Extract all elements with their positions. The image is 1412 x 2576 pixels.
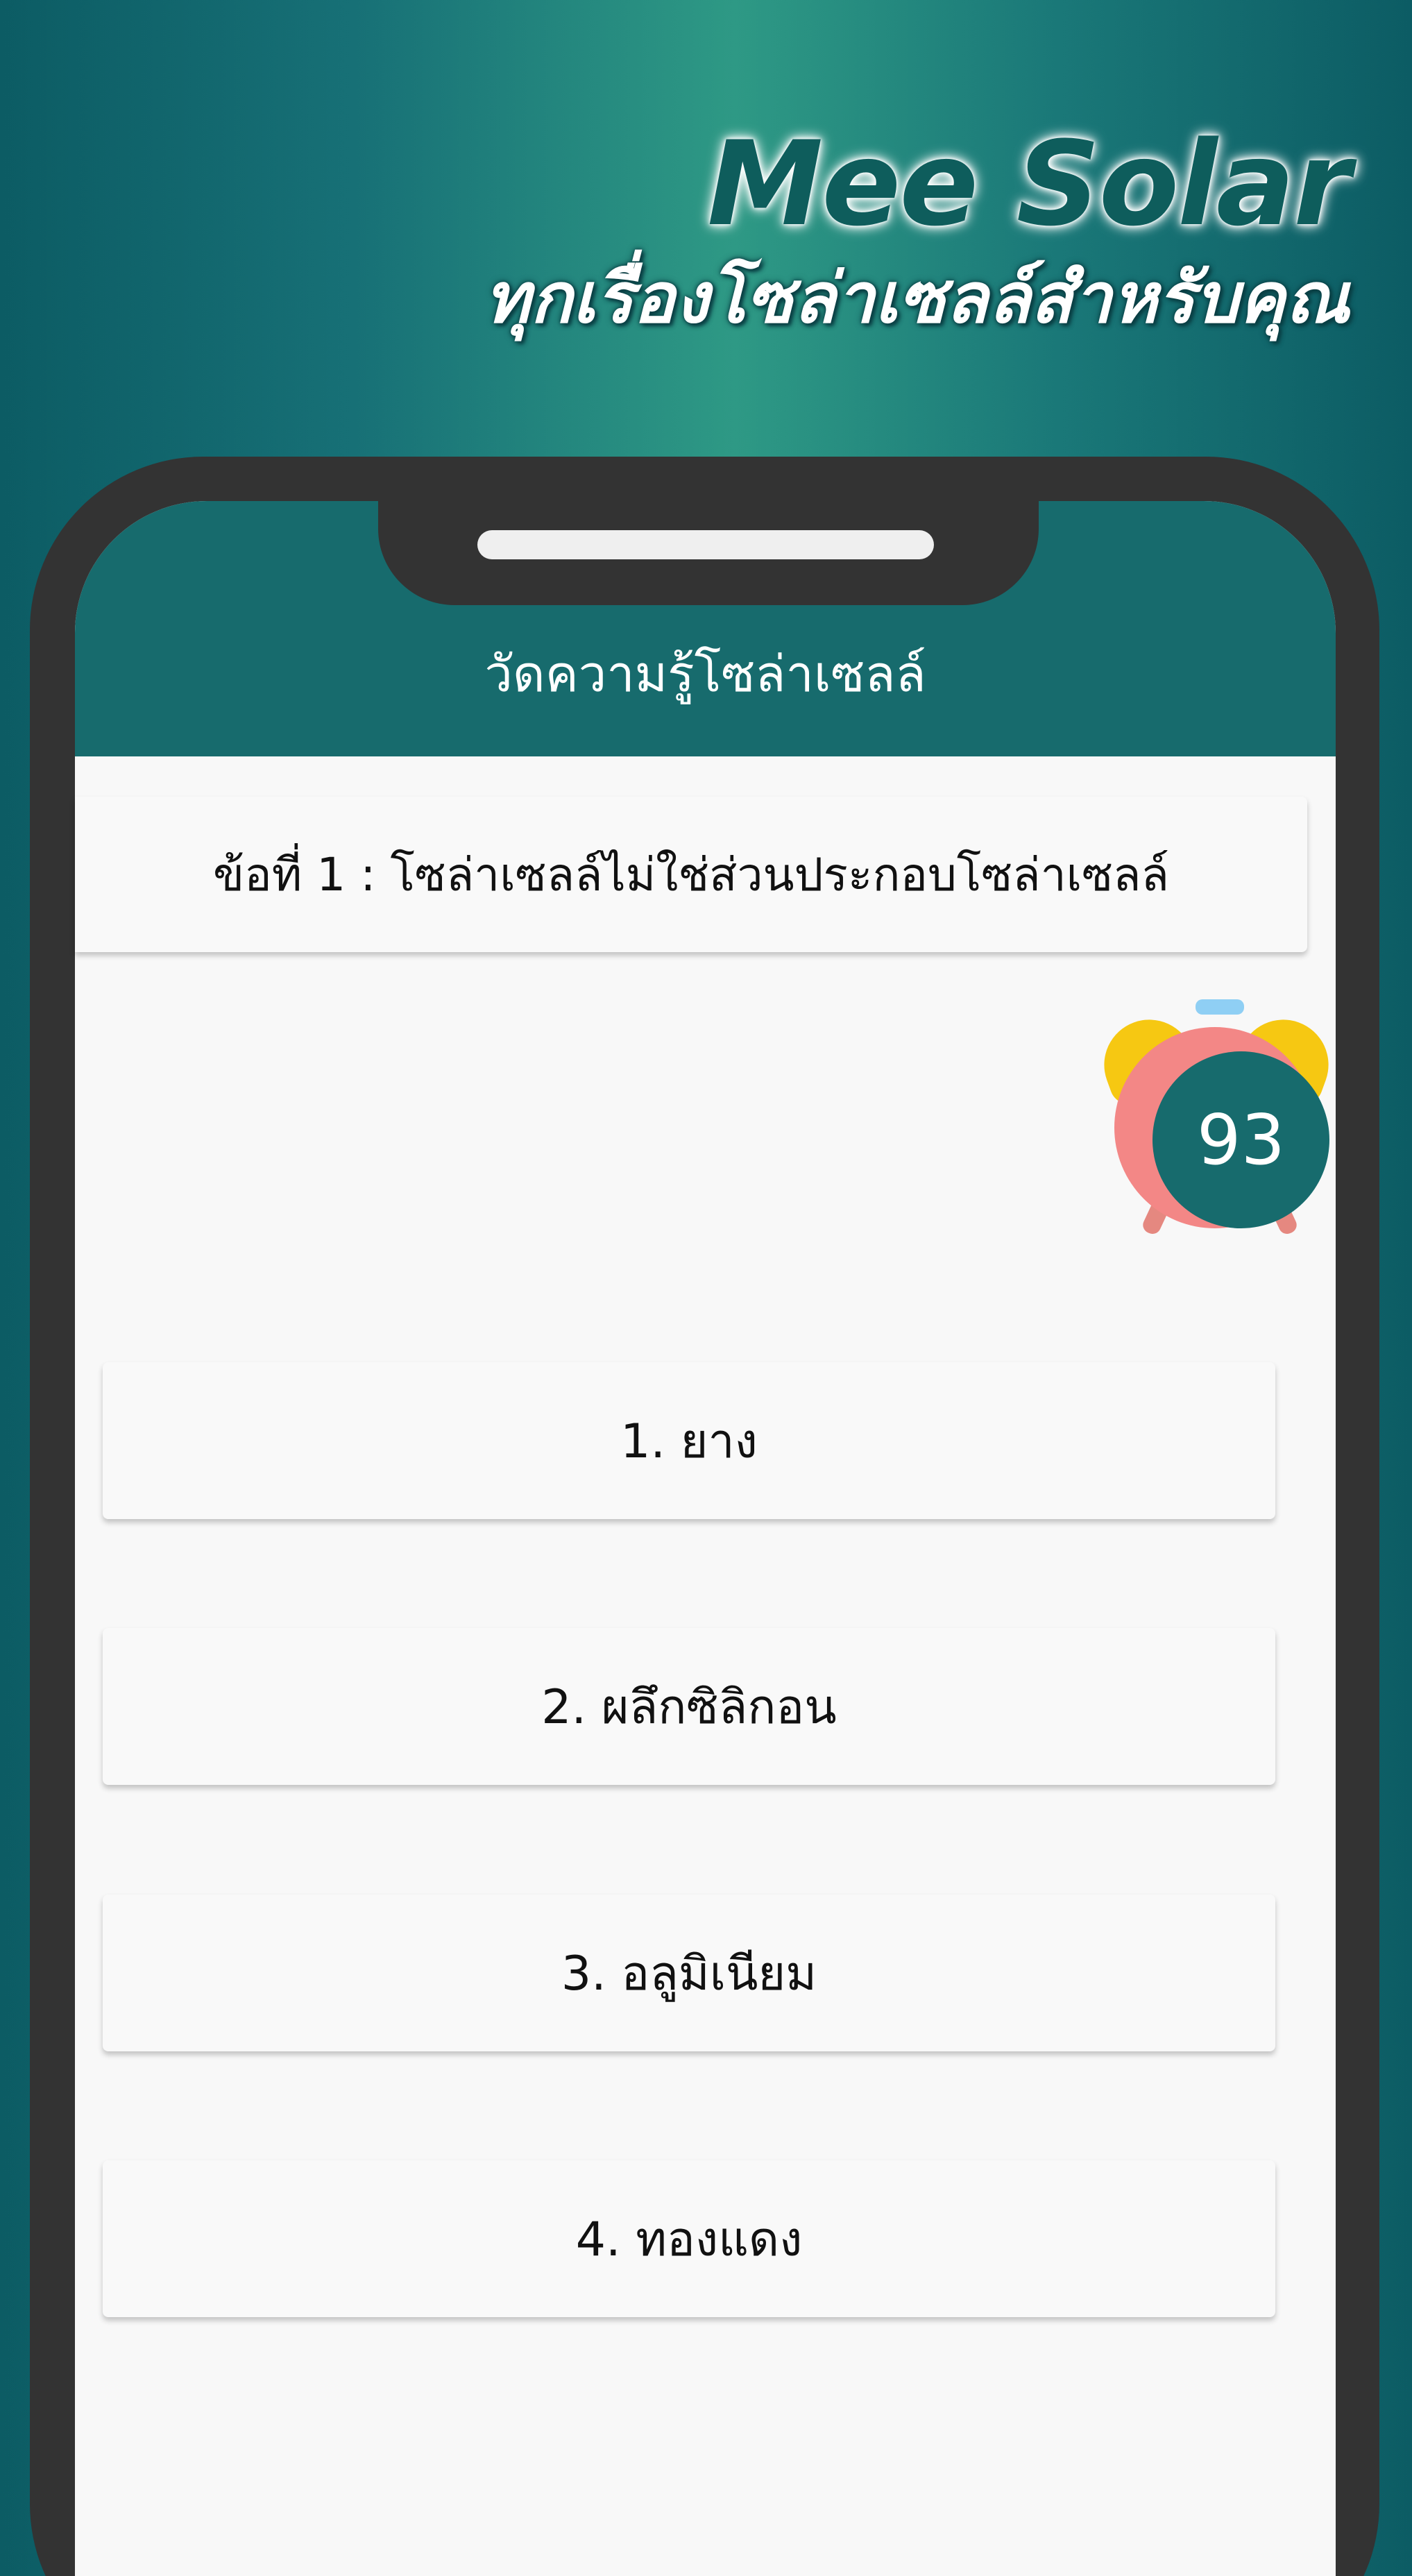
- alarm-clock-knob: [1196, 999, 1244, 1015]
- question-text: ข้อที่ 1 : โซล่าเซลล์ไม่ใช่ส่วนประกอบโซล…: [213, 847, 1169, 901]
- alarm-clock-body: 93: [1114, 1027, 1329, 1228]
- answer-label: 2. ผลึกซิลิกอน: [541, 1680, 837, 1735]
- brand-tagline: ทุกเรื่องโซล่าเซลล์สำหรับคุณ: [484, 257, 1350, 339]
- answer-option-4[interactable]: 4. ทองแดง: [103, 2160, 1275, 2317]
- answer-option-1[interactable]: 1. ยาง: [103, 1362, 1275, 1519]
- app-title: วัดความรู้โซล่าเซลล์: [484, 645, 926, 703]
- alarm-clock-icon: 93: [1091, 999, 1341, 1237]
- answer-label: 1. ยาง: [620, 1414, 758, 1469]
- question-card: ข้อที่ 1 : โซล่าเซลล์ไม่ใช่ส่วนประกอบโซล…: [75, 797, 1307, 952]
- answer-option-3[interactable]: 3. อลูมิเนียม: [103, 1895, 1275, 2051]
- answer-label: 4. ทองแดง: [575, 2212, 803, 2267]
- promo-headline: Mee Solar ทุกเรื่องโซล่าเซลล์สำหรับคุณ: [309, 116, 1351, 347]
- timer-countdown: 93: [1152, 1051, 1329, 1228]
- answer-label: 3. อลูมิเนียม: [561, 1947, 817, 2001]
- phone-speaker: [477, 530, 934, 559]
- answer-option-2[interactable]: 2. ผลึกซิลิกอน: [103, 1628, 1275, 1785]
- brand-title: Mee Solar: [707, 116, 1351, 252]
